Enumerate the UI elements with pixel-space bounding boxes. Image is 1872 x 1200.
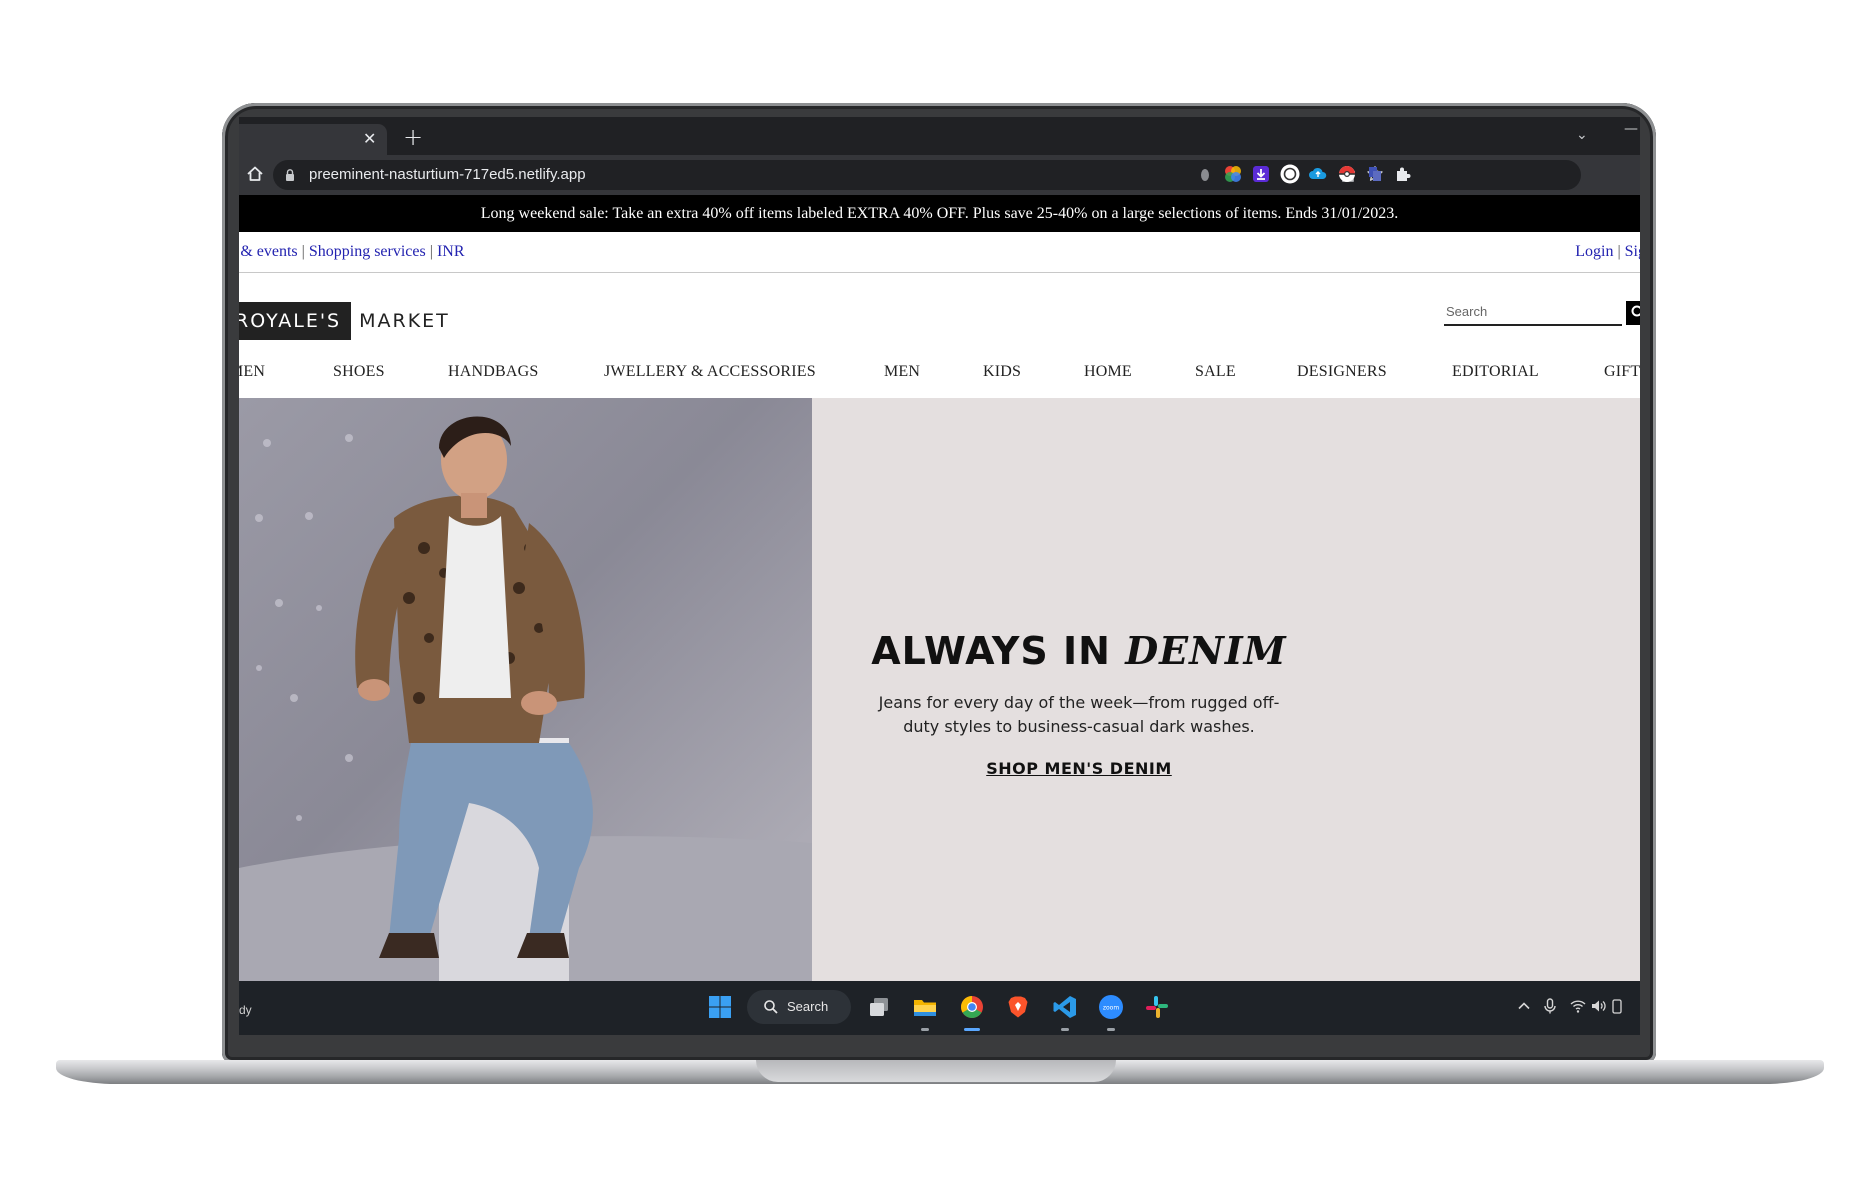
promo-banner: Long weekend sale: Take an extra 40% off… (239, 195, 1640, 232)
hero-heading-italic: DENIM (1125, 628, 1287, 673)
chrome-icon[interactable] (959, 994, 985, 1020)
taskbar-search-label: Search (787, 999, 829, 1014)
new-tab-icon[interactable]: + (403, 125, 423, 149)
hero-copy: ALWAYS IN DENIM Jeans for every day of t… (863, 628, 1295, 778)
search-icon (1631, 305, 1640, 317)
extension-blue-pages-icon[interactable] (1365, 164, 1385, 184)
logo-boxed-word: ROYALE'S (239, 302, 352, 340)
browser-tab[interactable]: ✕ (239, 124, 387, 155)
home-icon[interactable] (245, 164, 265, 184)
laptop-hinge-notch (756, 1060, 1116, 1082)
tray-chevron-up-icon[interactable] (1515, 997, 1533, 1015)
extension-cloud-icon[interactable] (1308, 164, 1328, 184)
microphone-icon[interactable] (1541, 997, 1559, 1015)
task-view-icon[interactable] (866, 994, 892, 1020)
model-illustration (239, 416, 812, 981)
hero-subtext: Jeans for every day of the week—from rug… (878, 693, 1280, 736)
extensions-puzzle-icon[interactable] (1393, 164, 1413, 184)
running-indicator (921, 1028, 929, 1031)
nav-sale[interactable]: SALE (1195, 363, 1236, 381)
utility-bar: es & events|Shopping services|INR Login|… (239, 232, 1640, 273)
nav-home[interactable]: HOME (1084, 363, 1132, 381)
hero-banner: ALWAYS IN DENIM Jeans for every day of t… (239, 398, 1640, 981)
nav-shoes[interactable]: SHOES (333, 363, 385, 381)
nav-gifts[interactable]: GIFT (1604, 363, 1640, 381)
extension-mouse-icon[interactable] (1195, 164, 1215, 184)
separator: | (429, 243, 433, 260)
wifi-icon[interactable] (1569, 997, 1587, 1015)
url-text[interactable]: preeminent-nasturtium-717ed5.netlify.app (309, 167, 586, 183)
slack-icon[interactable] (1144, 994, 1170, 1020)
tab-search-chevron-icon[interactable]: ⌄ (1576, 127, 1588, 143)
nav-women[interactable]: MEN (239, 363, 265, 381)
nav-jewellery-accessories[interactable]: JWELLERY & ACCESSORIES (604, 363, 816, 381)
vscode-icon[interactable] (1052, 994, 1078, 1020)
main-navigation: MEN SHOES HANDBAGS JWELLERY & ACCESSORIE… (239, 353, 1640, 400)
tab-close-icon[interactable]: ✕ (363, 130, 376, 148)
running-indicator (1061, 1028, 1069, 1031)
shopping-services-link[interactable]: Shopping services (309, 243, 426, 260)
nav-designers[interactable]: DESIGNERS (1297, 363, 1387, 381)
hero-heading-plain: ALWAYS IN (871, 629, 1111, 673)
browser-toolbar: preeminent-nasturtium-717ed5.netlify.app (239, 155, 1640, 195)
extension-active-circle-icon[interactable] (1280, 164, 1300, 184)
browser-tab-strip: ✕ + ⌄ — (239, 117, 1640, 155)
utility-links-left: es & events|Shopping services|INR (239, 243, 465, 261)
hero-heading: ALWAYS IN DENIM (863, 628, 1295, 673)
separator: | (301, 243, 305, 260)
extension-pokeball-icon[interactable] (1337, 164, 1357, 184)
nav-men[interactable]: MEN (884, 363, 920, 381)
file-explorer-icon[interactable] (912, 994, 938, 1020)
window-minimize-icon[interactable]: — (1624, 121, 1638, 137)
events-link[interactable]: es & events (239, 243, 298, 260)
currency-link[interactable]: INR (437, 243, 465, 260)
separator: | (1617, 243, 1621, 260)
nav-handbags[interactable]: HANDBAGS (448, 363, 539, 381)
volume-icon[interactable] (1589, 997, 1607, 1015)
os-taskbar: dy Search zoom (239, 981, 1640, 1035)
shop-mens-denim-link[interactable]: SHOP MEN'S DENIM (986, 759, 1172, 778)
site-logo[interactable]: ROYALE'S MARKET (239, 302, 450, 340)
utility-links-right: Login| Sign (1575, 243, 1640, 261)
brave-browser-icon[interactable] (1005, 994, 1031, 1020)
login-link[interactable]: Login (1575, 243, 1613, 260)
windows-start-icon[interactable] (707, 994, 733, 1020)
search-icon (764, 1000, 778, 1014)
nav-editorial[interactable]: EDITORIAL (1452, 363, 1539, 381)
hero-model-photo[interactable] (239, 398, 812, 981)
svg-text:zoom: zoom (1103, 1005, 1119, 1012)
laptop-screen: ✕ + ⌄ — preeminent-nasturtium-717ed5.net… (239, 117, 1640, 1035)
running-indicator (1107, 1028, 1115, 1031)
battery-icon[interactable] (1611, 997, 1623, 1015)
logo-word: MARKET (359, 310, 450, 332)
status-text-fragment: dy (239, 1003, 252, 1017)
signup-link[interactable]: Sign (1625, 243, 1640, 260)
taskbar-search[interactable]: Search (747, 990, 851, 1024)
active-app-indicator (964, 1028, 980, 1031)
search-input[interactable]: Search (1444, 300, 1622, 326)
lock-icon[interactable] (283, 168, 297, 182)
search-button[interactable] (1626, 301, 1640, 325)
extension-download-icon[interactable] (1251, 164, 1271, 184)
zoom-icon[interactable]: zoom (1098, 994, 1124, 1020)
nav-kids[interactable]: KIDS (983, 363, 1021, 381)
extension-colorwheel-icon[interactable] (1223, 164, 1243, 184)
